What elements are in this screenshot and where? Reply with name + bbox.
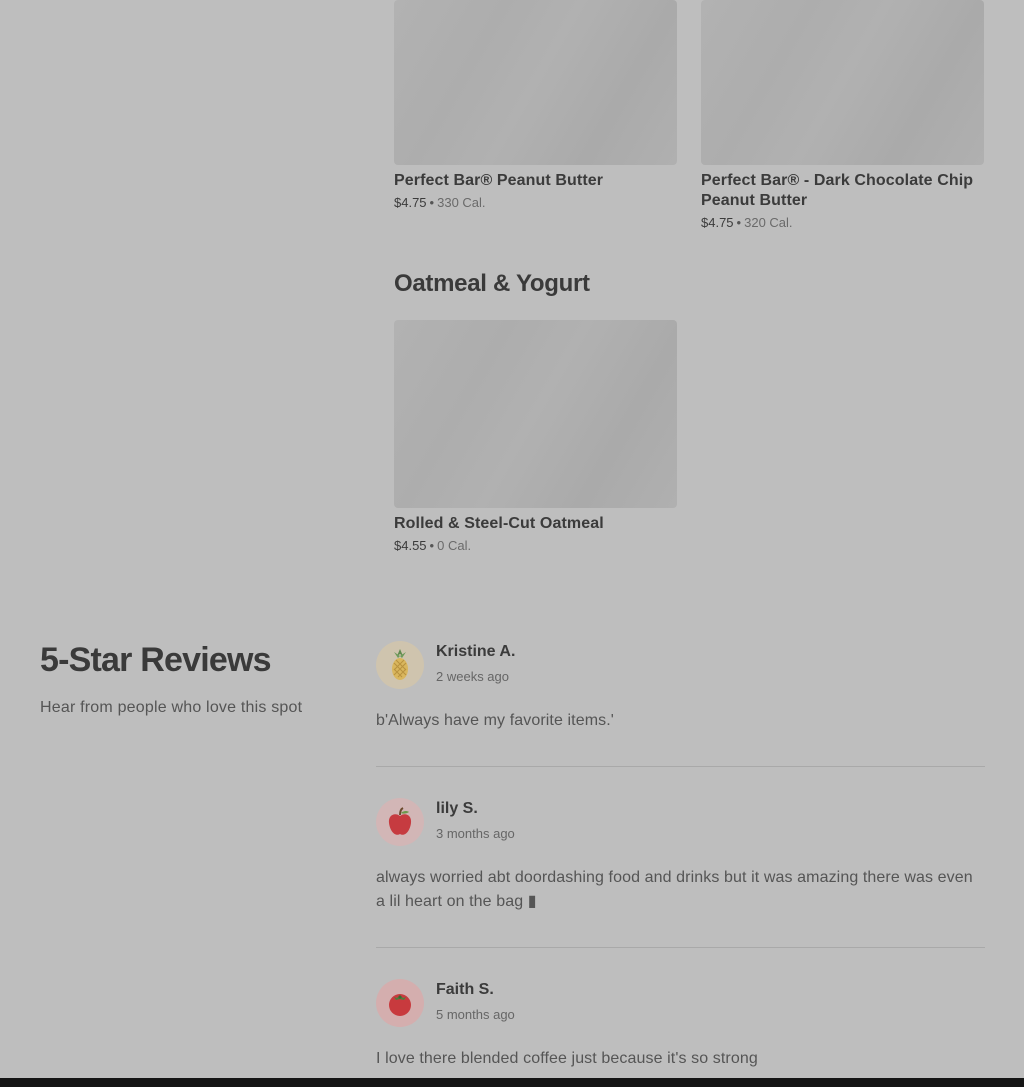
section-title-oatmeal-yogurt: Oatmeal & Yogurt bbox=[394, 270, 590, 297]
menu-item-price: $4.55 bbox=[394, 538, 427, 553]
review-text: always worried abt doordashing food and … bbox=[376, 869, 973, 910]
menu-item-name: Perfect Bar® Peanut Butter bbox=[394, 172, 604, 189]
review-time: 2 weeks ago bbox=[436, 669, 509, 684]
menu-item-meta: $4.75 • 320 Cal. bbox=[701, 215, 984, 230]
menu-item-card[interactable]: Rolled & Steel-Cut Oatmeal $4.55 • 0 Cal. bbox=[394, 320, 677, 553]
menu-item-card[interactable]: Perfect Bar® - Dark Chocolate Chip Peanu… bbox=[701, 0, 984, 230]
pineapple-icon bbox=[392, 649, 408, 680]
meta-separator: • bbox=[736, 215, 742, 230]
reviewer-avatar bbox=[376, 641, 424, 689]
menu-item-card[interactable]: Perfect Bar® Peanut Butter $4.75 • 330 Cal… bbox=[394, 0, 677, 210]
menu-item-image bbox=[701, 0, 984, 165]
menu-item-price: $4.75 bbox=[701, 215, 734, 230]
review-item: lily S. 3 months ago always worried abt … bbox=[376, 798, 985, 918]
menu-item-meta: $4.75 • 330 Cal. bbox=[394, 195, 677, 210]
reviewer-name: lily S. bbox=[436, 800, 478, 817]
review-item: Faith S. 5 months ago I love there blend… bbox=[376, 979, 985, 1079]
menu-item-meta: $4.55 • 0 Cal. bbox=[394, 538, 677, 553]
reviewer-name: Faith S. bbox=[436, 981, 494, 998]
menu-item-calories: 320 Cal. bbox=[744, 215, 793, 230]
review-time: 5 months ago bbox=[436, 1007, 515, 1022]
review-text: I love there blended coffee just because… bbox=[376, 1050, 758, 1067]
reviews-subtitle: Hear from people who love this spot bbox=[40, 699, 303, 716]
apple-icon bbox=[388, 807, 412, 835]
menu-item-name: Rolled & Steel-Cut Oatmeal bbox=[394, 515, 604, 532]
reviews-title: 5-Star Reviews bbox=[40, 641, 272, 679]
menu-item-calories: 330 Cal. bbox=[437, 195, 486, 210]
menu-item-name: Perfect Bar® - Dark Chocolate Chip Peanu… bbox=[701, 172, 974, 209]
tomato-icon bbox=[389, 994, 411, 1016]
meta-separator: • bbox=[429, 538, 435, 553]
menu-item-image bbox=[394, 0, 677, 165]
review-item: Kristine A. 2 weeks ago b'Always have my… bbox=[376, 641, 985, 741]
meta-separator: • bbox=[429, 195, 435, 210]
review-divider bbox=[376, 766, 985, 767]
reviewer-avatar bbox=[376, 798, 424, 846]
review-text: b'Always have my favorite items.' bbox=[376, 712, 614, 729]
reviewer-avatar bbox=[376, 979, 424, 1027]
bottom-bar bbox=[0, 1078, 1024, 1087]
menu-item-calories: 0 Cal. bbox=[437, 538, 472, 553]
menu-item-price: $4.75 bbox=[394, 195, 427, 210]
review-time: 3 months ago bbox=[436, 826, 515, 841]
menu-item-image bbox=[394, 320, 677, 508]
review-divider bbox=[376, 947, 985, 948]
reviewer-name: Kristine A. bbox=[436, 643, 516, 660]
